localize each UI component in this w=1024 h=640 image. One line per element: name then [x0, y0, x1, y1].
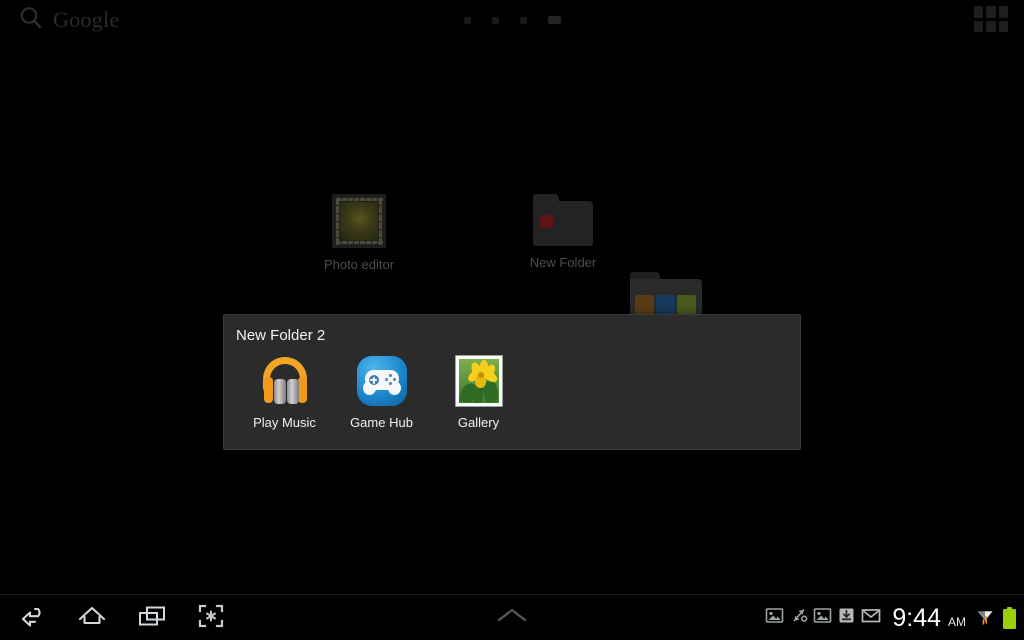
page-dot[interactable]	[519, 16, 527, 24]
apps-grid-icon[interactable]	[974, 6, 1008, 32]
folder-app-game-hub[interactable]: Game Hub	[333, 353, 430, 430]
photo-flower-icon	[453, 355, 505, 407]
controller-dpad	[368, 375, 379, 385]
photo-thumbnail	[340, 202, 378, 240]
apps-grid-cell	[974, 6, 984, 18]
battery-level	[1003, 609, 1016, 629]
folder-app-gallery[interactable]: Gallery	[430, 353, 527, 430]
image-icon[interactable]	[765, 606, 784, 630]
apps-grid-cell	[998, 20, 1008, 32]
wifi-icon[interactable]	[974, 605, 996, 632]
home-screen: Google Photo editor New Folder New Folde…	[0, 0, 1024, 640]
filmstrip-perforations-bottom	[335, 240, 383, 245]
headphones-icon	[259, 355, 311, 407]
apps-grid-cell	[998, 6, 1008, 18]
leaf	[473, 387, 483, 403]
home-icon-label: Photo editor	[323, 257, 395, 272]
folder-app-label: Play Music	[253, 415, 316, 430]
download-icon[interactable]	[837, 606, 856, 630]
status-tray[interactable]: 9:44 AM	[765, 595, 1016, 640]
page-dot[interactable]	[463, 16, 471, 24]
photo-frame-icon	[332, 194, 386, 248]
apps-grid-cell	[986, 6, 996, 18]
image-icon[interactable]	[813, 606, 832, 630]
apps-grid-cell	[974, 20, 984, 32]
navigation-bar: 9:44 AM	[0, 594, 1024, 640]
folder-icon	[533, 194, 593, 246]
top-bar: Google	[0, 0, 1024, 40]
folder-app-label: Gallery	[457, 415, 500, 430]
folder-mini-app-icon-gallery	[677, 295, 696, 314]
flower-photo	[458, 359, 499, 403]
page-dot-active[interactable]	[547, 16, 561, 24]
folder-dialog[interactable]: New Folder 2 Play Music Game Hub Gallery	[223, 314, 801, 450]
folder-app-list: Play Music Game Hub Gallery	[236, 353, 527, 430]
filmstrip-perforations-right	[378, 197, 383, 245]
clock-period: AM	[948, 615, 966, 629]
home-icon-label: New Folder	[529, 255, 597, 270]
headphones-yoke-left	[263, 377, 273, 403]
game-controller-icon	[356, 355, 408, 407]
filmstrip-perforations-top	[335, 197, 383, 202]
page-indicator	[0, 16, 1024, 24]
folder-title[interactable]: New Folder 2	[236, 327, 325, 344]
page-dot[interactable]	[491, 16, 499, 24]
folder-mini-app-icon-play-music	[635, 295, 654, 314]
battery-icon[interactable]	[1003, 607, 1016, 629]
folder-mini-app-icon	[540, 215, 553, 228]
folder-app-play-music[interactable]: Play Music	[236, 353, 333, 430]
home-icon-photo-editor[interactable]: Photo editor	[304, 194, 414, 272]
flower-center	[477, 372, 484, 378]
headphones-earcup-right	[286, 379, 299, 404]
home-icon-new-folder[interactable]: New Folder	[508, 194, 618, 270]
apps-grid-cell	[986, 20, 996, 32]
filmstrip-perforations-left	[335, 197, 340, 245]
envelope-icon[interactable]	[861, 606, 881, 630]
headphones-yoke-right	[297, 377, 307, 403]
folder-body	[533, 201, 593, 246]
controller-buttons	[384, 374, 396, 385]
folder-app-label: Game Hub	[350, 415, 413, 430]
photo-frame	[454, 355, 503, 407]
headphones-earcup-left	[273, 379, 286, 404]
folder-mini-app-icon-game-hub	[656, 295, 675, 314]
usb-transfer-icon[interactable]	[789, 606, 808, 630]
chevron-up-icon[interactable]	[489, 603, 535, 634]
clock-time[interactable]: 9:44	[892, 605, 941, 631]
